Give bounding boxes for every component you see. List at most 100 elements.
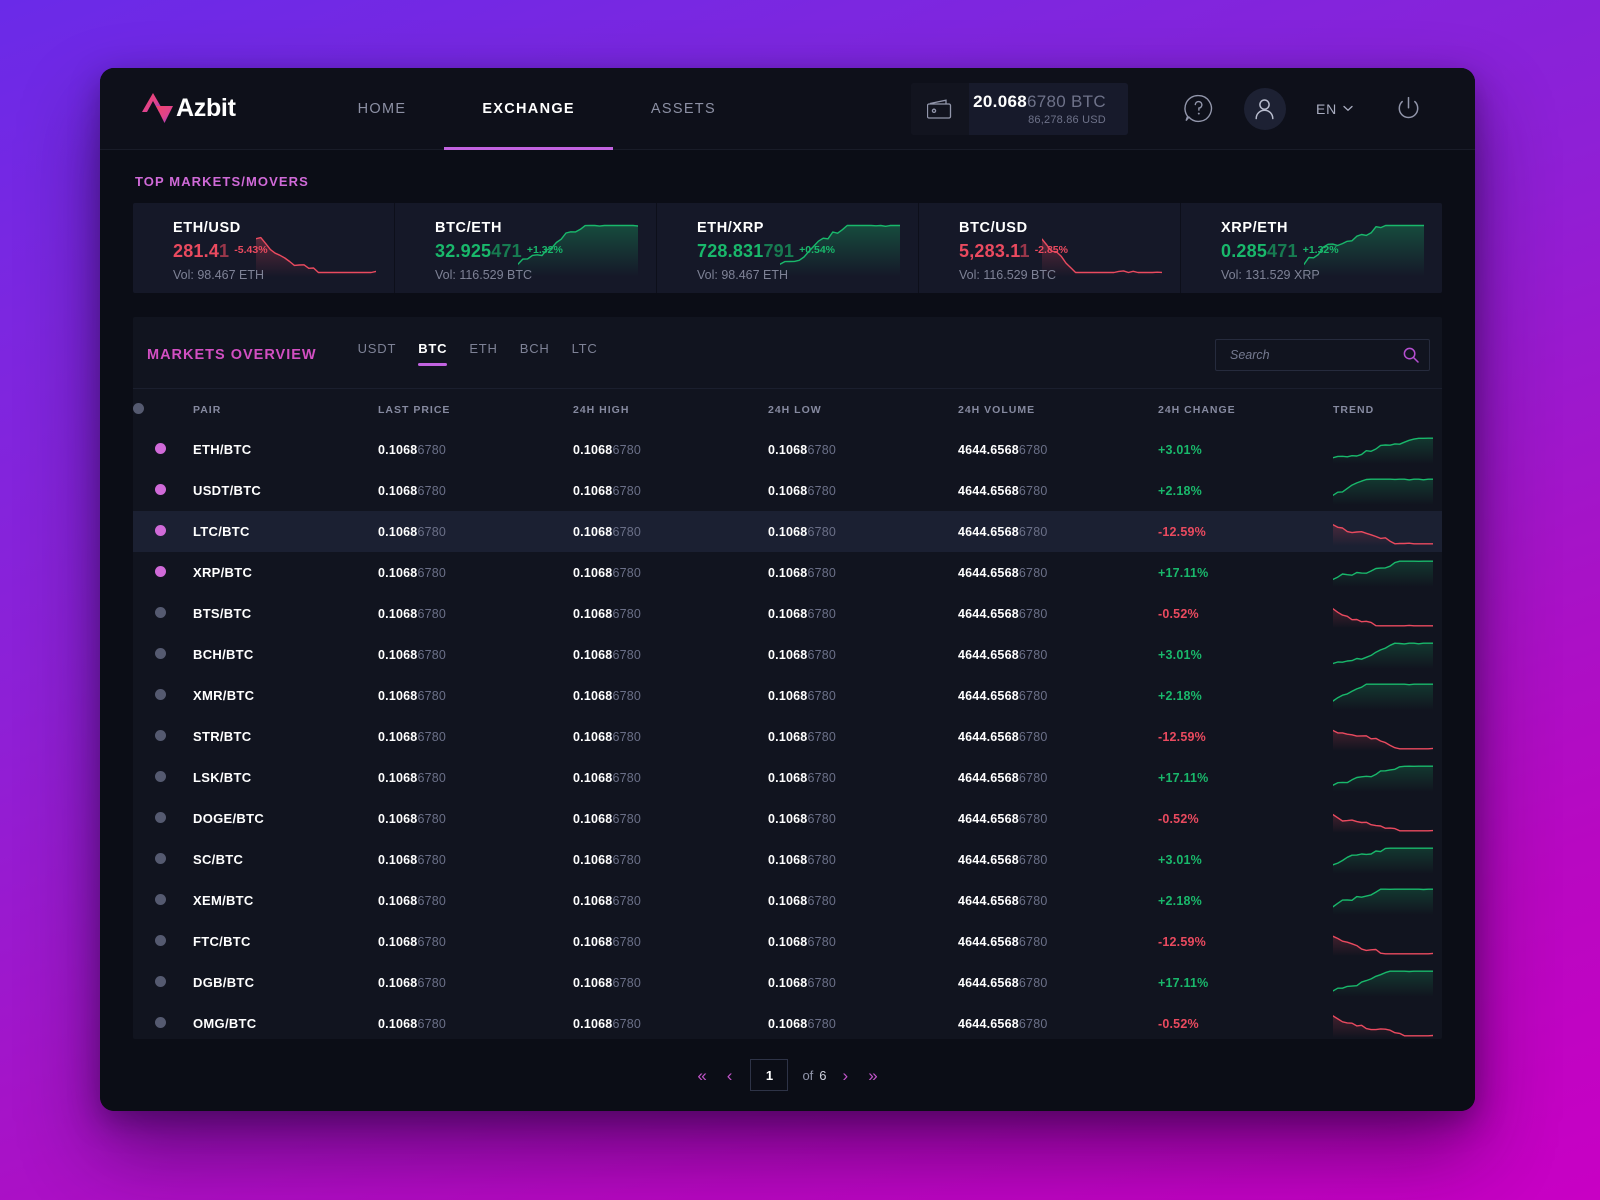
favorite-dot[interactable] — [155, 770, 166, 782]
favorite-dot[interactable] — [155, 852, 166, 864]
favorite-dot[interactable] — [155, 647, 166, 659]
pagination-first-button[interactable]: « — [687, 1061, 716, 1090]
mover-card[interactable]: BTC/USD 5,283.11 -2.85% Vol: 116.529 BTC — [919, 203, 1181, 293]
quote-tab-ltc[interactable]: LTC — [561, 337, 609, 372]
search-box[interactable] — [1215, 338, 1430, 371]
row-24h-change: +3.01% — [1158, 647, 1202, 662]
search-icon[interactable] — [1403, 347, 1419, 363]
row-trend-sparkline — [1332, 764, 1434, 792]
favorite-dot[interactable] — [155, 729, 166, 741]
mover-card[interactable]: XRP/ETH 0.285471 +1.32% Vol: 131.529 XRP — [1181, 203, 1442, 293]
row-24h-high: 0.10686780 — [573, 934, 642, 949]
mover-volume: Vol: 98.467 ETH — [173, 268, 265, 282]
help-button[interactable] — [1170, 80, 1228, 138]
mover-card[interactable]: ETH/XRP 728.831791 +0.54% Vol: 98.467 ET… — [657, 203, 919, 293]
row-24h-change: +17.11% — [1158, 565, 1209, 580]
row-last-price: 0.10686780 — [378, 852, 447, 867]
azbit-logo-icon — [142, 92, 173, 123]
row-24h-volume: 4644.65686780 — [958, 1016, 1048, 1031]
favorite-dot[interactable] — [155, 811, 166, 823]
mover-card[interactable]: BTC/ETH 32.925471 +1.32% Vol: 116.529 BT… — [395, 203, 657, 293]
quote-tab-bch[interactable]: BCH — [509, 337, 561, 372]
row-24h-high: 0.10686780 — [573, 688, 642, 703]
row-trend-sparkline — [1332, 723, 1434, 751]
col-last-price[interactable]: LAST PRICE — [378, 389, 573, 429]
markets-overview-header: MARKETS OVERVIEW USDT BTC ETH BCH LTC — [133, 317, 1442, 388]
mover-volume: Vol: 116.529 BTC — [435, 268, 533, 282]
row-trend-sparkline — [1332, 846, 1434, 874]
quote-tab-usdt[interactable]: USDT — [347, 337, 408, 372]
row-pair: SC/BTC — [193, 852, 244, 867]
col-24h-low[interactable]: 24H LOW — [768, 389, 958, 429]
quote-tab-btc[interactable]: BTC — [407, 337, 458, 372]
favorite-dot[interactable] — [155, 524, 166, 536]
markets-table-header: PAIR LAST PRICE 24H HIGH 24H LOW 24H VOL… — [133, 389, 1442, 429]
row-24h-low: 0.10686780 — [768, 606, 837, 621]
row-trend-sparkline — [1332, 887, 1434, 915]
table-row[interactable]: LSK/BTC 0.10686780 0.10686780 0.10686780… — [133, 757, 1442, 798]
table-row[interactable]: DOGE/BTC 0.10686780 0.10686780 0.1068678… — [133, 798, 1442, 839]
favorite-dot[interactable] — [155, 1016, 166, 1028]
nav-item-exchange[interactable]: EXCHANGE — [444, 68, 613, 150]
row-24h-change: +2.18% — [1158, 483, 1202, 498]
table-row[interactable]: BCH/BTC 0.10686780 0.10686780 0.10686780… — [133, 634, 1442, 675]
table-row[interactable]: USDT/BTC 0.10686780 0.10686780 0.1068678… — [133, 470, 1442, 511]
col-24h-change[interactable]: 24H CHANGE — [1158, 389, 1333, 429]
question-circle-icon — [1184, 94, 1213, 123]
pagination-last-button[interactable]: » — [858, 1061, 887, 1090]
favorite-dot[interactable] — [155, 893, 166, 905]
pagination-prev-button[interactable]: ‹ — [717, 1061, 743, 1090]
table-row[interactable]: BTS/BTC 0.10686780 0.10686780 0.10686780… — [133, 593, 1442, 634]
logout-button[interactable] — [1379, 80, 1437, 138]
table-row[interactable]: FTC/BTC 0.10686780 0.10686780 0.10686780… — [133, 921, 1442, 962]
brand-name: Azbit — [176, 94, 236, 122]
mover-card[interactable]: ETH/USD 281.41 -5.43% Vol: 98.467 ETH — [133, 203, 395, 293]
table-header-row: PAIR LAST PRICE 24H HIGH 24H LOW 24H VOL… — [133, 389, 1442, 429]
mover-price: 5,283.11 — [959, 241, 1030, 261]
col-24h-high[interactable]: 24H HIGH — [573, 389, 768, 429]
row-trend-sparkline — [1332, 518, 1434, 546]
row-24h-volume: 4644.65686780 — [958, 852, 1048, 867]
row-pair: DOGE/BTC — [193, 811, 265, 826]
row-trend-sparkline — [1332, 600, 1434, 628]
favorite-dot[interactable] — [155, 565, 166, 577]
row-24h-high: 0.10686780 — [573, 442, 642, 457]
table-row[interactable]: ETH/BTC 0.10686780 0.10686780 0.10686780… — [133, 429, 1442, 470]
mover-change: +1.32% — [526, 244, 563, 256]
pagination-current-page[interactable]: 1 — [750, 1059, 789, 1091]
favorite-dot[interactable] — [155, 442, 166, 454]
favorite-header-dot[interactable] — [133, 403, 144, 414]
table-row[interactable]: STR/BTC 0.10686780 0.10686780 0.10686780… — [133, 716, 1442, 757]
table-row[interactable]: XRP/BTC 0.10686780 0.10686780 0.10686780… — [133, 552, 1442, 593]
wallet-balance-button[interactable]: 20.0686780 BTC 86,278.86 USD — [911, 82, 1128, 135]
search-input[interactable] — [1230, 347, 1403, 362]
row-pair: USDT/BTC — [193, 483, 262, 498]
favorite-dot[interactable] — [155, 975, 166, 987]
row-24h-change: +3.01% — [1158, 852, 1202, 867]
row-24h-low: 0.10686780 — [768, 770, 837, 785]
favorite-dot[interactable] — [155, 483, 166, 495]
table-row[interactable]: SC/BTC 0.10686780 0.10686780 0.10686780 … — [133, 839, 1442, 880]
mover-pair: BTC/ETH — [435, 220, 503, 236]
quote-tab-eth[interactable]: ETH — [458, 337, 508, 372]
col-24h-volume[interactable]: 24H VOLUME — [958, 389, 1158, 429]
table-row[interactable]: XMR/BTC 0.10686780 0.10686780 0.10686780… — [133, 675, 1442, 716]
favorite-dot[interactable] — [155, 934, 166, 946]
table-row[interactable]: LTC/BTC 0.10686780 0.10686780 0.10686780… — [133, 511, 1442, 552]
nav-item-home[interactable]: HOME — [320, 68, 445, 150]
top-movers-title: TOP MARKETS/MOVERS — [135, 174, 309, 189]
row-pair: BTS/BTC — [193, 606, 252, 621]
row-24h-change: +2.18% — [1158, 893, 1202, 908]
language-selector[interactable]: EN — [1316, 101, 1353, 117]
col-pair[interactable]: PAIR — [193, 389, 378, 429]
user-avatar-button[interactable] — [1243, 87, 1286, 130]
pagination-next-button[interactable]: › — [833, 1061, 859, 1090]
row-24h-volume: 4644.65686780 — [958, 934, 1048, 949]
table-row[interactable]: OMG/BTC 0.10686780 0.10686780 0.10686780… — [133, 1003, 1442, 1039]
favorite-dot[interactable] — [155, 606, 166, 618]
favorite-dot[interactable] — [155, 688, 166, 700]
table-row[interactable]: DGB/BTC 0.10686780 0.10686780 0.10686780… — [133, 962, 1442, 1003]
nav-item-assets[interactable]: ASSETS — [613, 68, 754, 150]
table-row[interactable]: XEM/BTC 0.10686780 0.10686780 0.10686780… — [133, 880, 1442, 921]
brand-logo[interactable]: Azbit — [140, 92, 236, 126]
